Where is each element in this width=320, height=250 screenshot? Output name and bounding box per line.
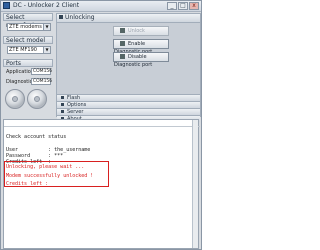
device-panel: Select manufacturer ZTE modems ▼ Select …: [3, 13, 53, 117]
log-line-highlight: Modem successfully unlocked !: [6, 173, 94, 179]
close-button[interactable]: x: [189, 2, 199, 10]
unlocking-header-label: Unlocking: [65, 14, 95, 21]
app-window: DC - Unlocker 2 Client _ □ x Select manu…: [0, 0, 202, 250]
window-title: DC - Unlocker 2 Client: [13, 2, 80, 9]
model-value: ZTE MF190: [9, 47, 37, 53]
enable-diagnostic-port-button[interactable]: Enable Diagnostic port: [113, 39, 169, 55]
manufacturer-group-header: Select manufacturer: [3, 13, 53, 29]
unlock-button-label: Unlock: [128, 28, 145, 34]
maximize-button[interactable]: □: [178, 2, 188, 10]
unlock-button[interactable]: Unlock: [113, 26, 169, 36]
section-server-label: Server: [67, 109, 84, 115]
log-scrollbar[interactable]: [192, 120, 198, 248]
section-options[interactable]: Options: [57, 101, 200, 108]
application-port-select[interactable]: COM156: [31, 68, 52, 75]
model-group-header: Select model: [3, 36, 53, 44]
app-icon: [3, 2, 10, 9]
diagnostic-port-select[interactable]: COM156: [31, 78, 52, 85]
expand-icon: [61, 110, 64, 113]
detect-disc-icon[interactable]: [5, 89, 25, 109]
section-flash[interactable]: Flash: [57, 94, 200, 101]
chevron-down-icon: ▼: [43, 47, 50, 53]
unlocking-panel: Unlocking Unlock Enable Diagnostic port …: [56, 13, 201, 122]
log-line: Check account status: [6, 134, 67, 140]
server-disc-icon[interactable]: [27, 89, 47, 109]
section-flash-label: Flash: [67, 95, 81, 101]
expand-icon: [61, 103, 64, 106]
plug-icon: [120, 54, 125, 59]
unlock-icon: [120, 28, 125, 33]
collapse-icon: [59, 15, 63, 19]
manufacturer-value: ZTE modems: [9, 24, 42, 30]
diagnostic-port-label: Diagnostic: [6, 79, 33, 85]
ports-group-header: Ports: [3, 59, 53, 67]
application-port-label: Application: [6, 69, 34, 75]
log-line-highlight: Credits left :: [6, 181, 49, 187]
expand-icon: [61, 96, 64, 99]
section-server[interactable]: Server: [57, 108, 200, 115]
disable-diagnostic-port-button[interactable]: Disable Diagnostic port: [113, 52, 169, 68]
log-line-highlight: Unlocking, please wait ...: [6, 164, 85, 170]
minimize-button[interactable]: _: [167, 2, 177, 10]
manufacturer-select[interactable]: ZTE modems ▼: [7, 23, 51, 31]
unlocking-header[interactable]: Unlocking: [57, 14, 200, 23]
chevron-down-icon: ▼: [43, 24, 50, 30]
section-list: Flash Options Server About: [57, 94, 200, 122]
log-output[interactable]: Check account status User : the_username…: [3, 119, 200, 249]
title-bar: DC - Unlocker 2 Client _ □ x: [1, 1, 201, 12]
plug-icon: [120, 41, 125, 46]
model-select[interactable]: ZTE MF190 ▼: [7, 46, 51, 54]
log-divider: [4, 126, 200, 127]
section-options-label: Options: [67, 102, 87, 108]
